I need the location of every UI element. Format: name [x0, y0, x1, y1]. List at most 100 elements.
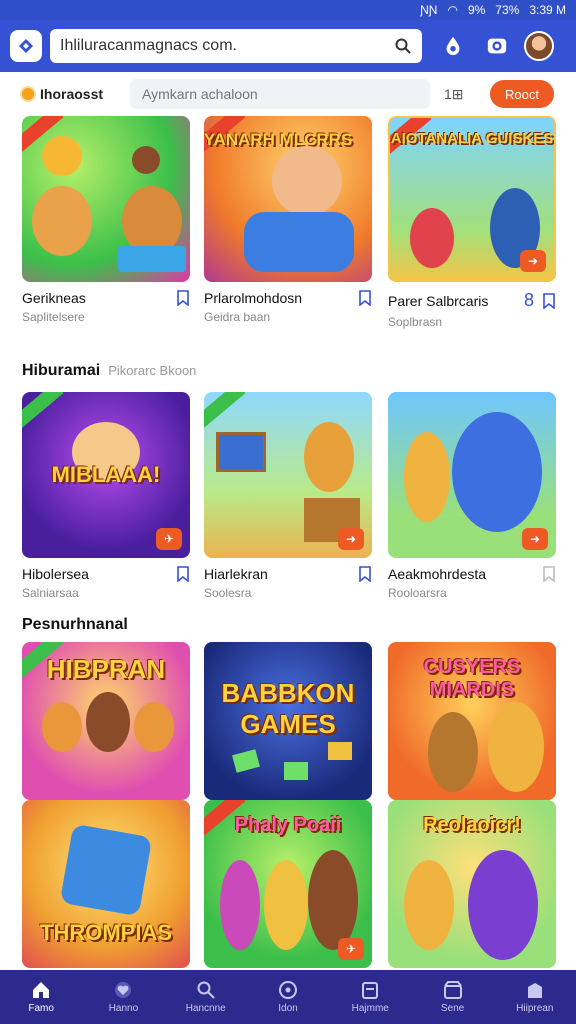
section-title: Hiburamai Pikorarc Bkoon [22, 362, 196, 380]
play-icon[interactable]: ✈ [156, 528, 182, 550]
nav-item-store[interactable]: Sene [423, 980, 483, 1014]
nav-item-home[interactable]: Famo [11, 980, 71, 1014]
bookmark-icon[interactable] [358, 290, 372, 306]
game-thumbnail[interactable]: MIBLAAA! ✈ [22, 392, 190, 558]
card-title[interactable]: Gerikneas [22, 290, 176, 306]
game-thumbnail[interactable]: THROMPIAS [22, 800, 190, 968]
grid-toggle[interactable]: 1⊞ [444, 86, 464, 103]
bookmark-icon[interactable] [358, 566, 372, 582]
thumb-title: AIOTANALIA GUISKES [390, 130, 554, 147]
nav-item-bag[interactable]: Hiiprean [505, 980, 565, 1014]
nav-label: Hancnne [185, 1003, 226, 1014]
game-thumbnail[interactable]: YANARH MLCRRS [204, 116, 372, 282]
game-card[interactable]: Phaly Poaii ✈ [204, 800, 372, 968]
card-title[interactable]: Hibolersea [22, 566, 176, 582]
game-card[interactable]: AIOTANALIA GUISKES ➜ Parer Salbrcaris 8 … [388, 116, 556, 329]
nav-label: Sene [440, 1003, 465, 1014]
nav-item-favorites[interactable]: Hanno [93, 980, 153, 1014]
home-icon [33, 982, 50, 998]
nav-item-schedule[interactable]: Hajmme [340, 980, 400, 1014]
nav-label: Hajmme [351, 1003, 389, 1014]
card-count: 8 [523, 290, 534, 310]
game-card[interactable]: Gerikneas Saplitelsere [22, 116, 190, 324]
game-thumbnail[interactable]: HIBPRAN [22, 642, 190, 800]
card-subtitle: Salniarsaa [22, 586, 79, 600]
play-icon[interactable]: ➜ [338, 528, 364, 550]
play-icon[interactable]: ✈ [338, 938, 364, 960]
card-title[interactable]: Aeakmohrdesta [388, 566, 542, 582]
game-thumbnail[interactable]: Phaly Poaii ✈ [204, 800, 372, 968]
thumb-title: Reolaoicr! [423, 814, 521, 836]
game-thumbnail[interactable]: ➜ [204, 392, 372, 558]
game-thumbnail[interactable]: BABBKON GAMES [204, 642, 372, 800]
game-card[interactable]: Reolaoicr! [388, 800, 556, 968]
search-icon[interactable] [394, 37, 412, 55]
game-thumbnail[interactable]: Reolaoicr! [388, 800, 556, 968]
thumb-title: Phaly Poaii [234, 814, 342, 836]
game-card[interactable]: ➜ Hiarlekran Soolesra [204, 392, 372, 600]
heart-icon [115, 982, 132, 998]
card-subtitle: Geidra baan [204, 310, 271, 324]
nav-item-search[interactable]: Hancnne [176, 980, 236, 1014]
clock: 3:39 M [529, 3, 566, 17]
reset-button[interactable]: Rooct [490, 80, 554, 108]
bookmark-icon[interactable] [176, 290, 190, 306]
card-title[interactable]: Parer Salbrcaris [388, 293, 524, 309]
game-thumbnail[interactable]: AIOTANALIA GUISKES ➜ [388, 116, 556, 282]
calendar-icon [362, 982, 379, 999]
bookmark-icon[interactable] [176, 566, 190, 582]
wifi-icon: ◠ [447, 3, 458, 17]
game-card[interactable]: MIBLAAA! ✈ Hibolersea Salniarsaa [22, 392, 190, 600]
search-icon [197, 981, 215, 999]
bottom-nav: Famo Hanno Hancnne Idon Hajmme Sene Hiip… [0, 970, 576, 1024]
bookmark-icon[interactable] [542, 566, 556, 582]
game-card[interactable]: HIBPRAN [22, 642, 190, 800]
battery-text: 9% [467, 3, 486, 17]
nav-label: Idon [278, 1003, 298, 1014]
compass-icon [278, 981, 297, 999]
thumb-title: MIBLAAA! [51, 462, 161, 487]
thumb-title: BABBKON GAMES [221, 678, 355, 739]
avatar[interactable] [524, 31, 554, 61]
app-logo-icon[interactable] [10, 30, 42, 62]
search-bar[interactable] [50, 29, 422, 63]
game-thumbnail[interactable]: ➜ [388, 392, 556, 558]
camera-icon[interactable] [484, 33, 510, 59]
thumb-title: THROMPIAS [40, 920, 172, 945]
filter-row: Ihoraosst 1⊞ Rooct [0, 76, 576, 112]
card-subtitle: Rooloarsra [388, 586, 447, 600]
bag-icon [527, 983, 542, 998]
thumb-title: CUSYERS MIARDIS [423, 656, 521, 701]
section-subheading: Pikorarc Bkoon [108, 363, 197, 378]
nav-item-explore[interactable]: Idon [258, 980, 318, 1014]
card-subtitle: Soplbrasn [388, 315, 443, 329]
thumb-title: HIBPRAN [46, 654, 166, 684]
drop-icon[interactable] [440, 33, 466, 59]
top-app-bar [0, 20, 576, 72]
section-heading: Hiburamai [22, 362, 101, 379]
signal-text: 73% [495, 3, 520, 17]
game-card[interactable]: ➜ Aeakmohrdesta Rooloarsra [388, 392, 556, 600]
search-input[interactable] [60, 37, 394, 55]
play-icon[interactable]: ➜ [520, 250, 546, 272]
carrier-text: ƝƝ [420, 3, 438, 17]
game-card[interactable]: BABBKON GAMES [204, 642, 372, 800]
bookmark-icon[interactable] [542, 292, 556, 309]
filter-label: Ihoraosst [40, 86, 104, 102]
game-thumbnail[interactable] [22, 116, 190, 282]
card-title[interactable]: Prlarolmohdosn [204, 290, 358, 306]
game-card[interactable]: THROMPIAS [22, 800, 190, 968]
game-card[interactable]: CUSYERS MIARDIS [388, 642, 556, 800]
game-card[interactable]: YANARH MLCRRS Prlarolmohdosn Geidra baan [204, 116, 372, 324]
ribbon-badge [204, 392, 246, 432]
filter-input[interactable] [130, 79, 430, 109]
ribbon-badge [22, 392, 64, 432]
game-thumbnail[interactable]: CUSYERS MIARDIS [388, 642, 556, 800]
nav-label: Famo [28, 1003, 54, 1014]
play-icon[interactable]: ➜ [522, 528, 548, 550]
status-bar: ƝƝ ◠ 9% 73% 3:39 M [0, 0, 576, 20]
nav-label: Hanno [108, 1003, 139, 1014]
card-title[interactable]: Hiarlekran [204, 566, 358, 582]
card-subtitle: Saplitelsere [22, 310, 85, 324]
status-dot-icon [22, 88, 34, 100]
